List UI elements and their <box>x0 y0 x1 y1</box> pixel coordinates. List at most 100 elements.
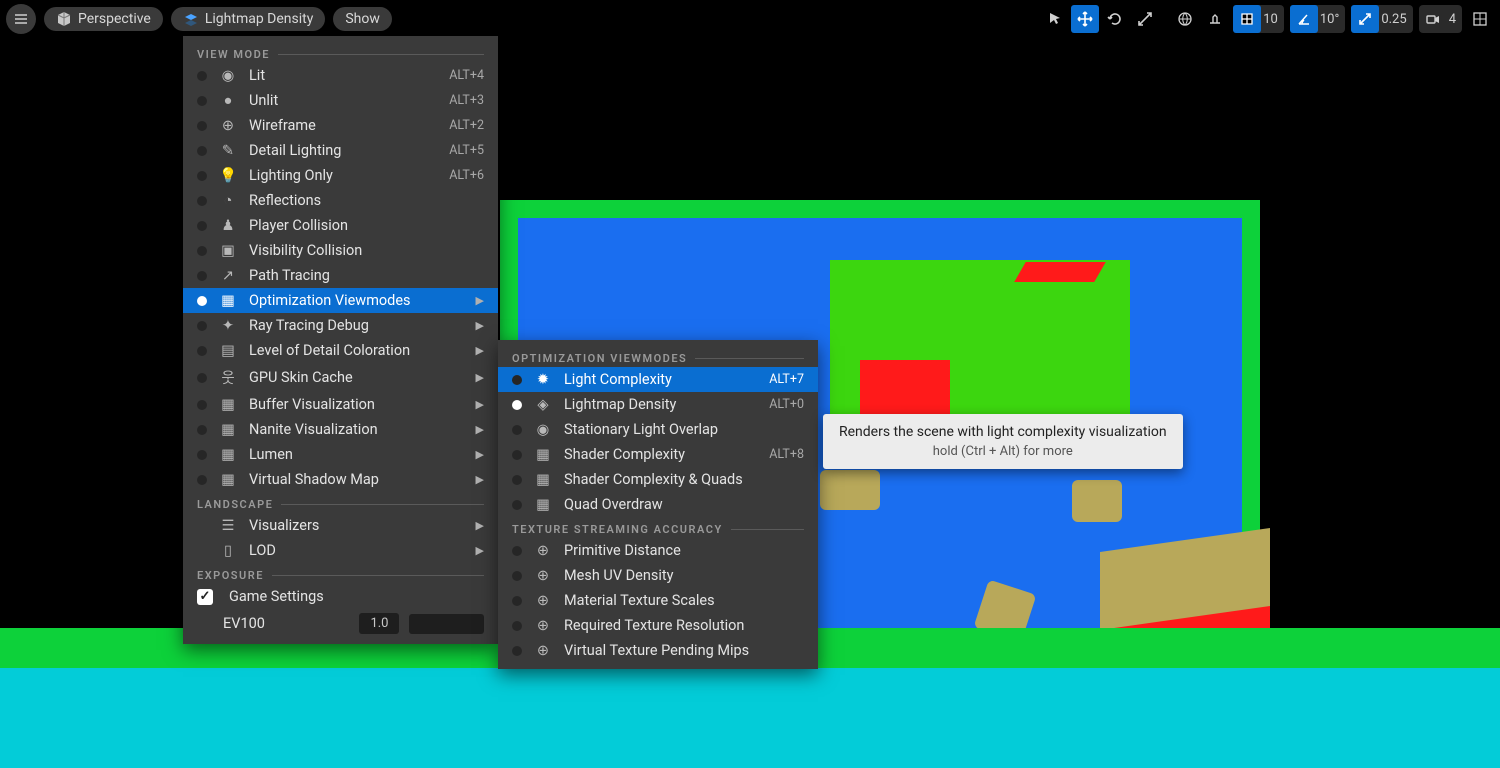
shader-quads-icon: ▦ <box>534 471 552 488</box>
target-icon: ⊕ <box>534 617 552 634</box>
grid-snap-button[interactable] <box>1233 5 1261 33</box>
ev100-row: EV100 <box>183 609 498 638</box>
buffer-icon: ▦ <box>219 396 237 413</box>
viewmode-label: Lightmap Density <box>205 11 314 27</box>
move-icon <box>1077 11 1093 27</box>
translate-tool-button[interactable] <box>1071 5 1099 33</box>
menu-item-visualizers[interactable]: ☰Visualizers▶ <box>183 513 498 538</box>
vsm-icon: ▦ <box>219 471 237 488</box>
target-icon: ⊕ <box>534 642 552 659</box>
ev100-label: EV100 <box>223 615 265 632</box>
section-exposure: EXPOSURE <box>183 563 498 584</box>
submenu-item-shader-complexity[interactable]: ▦Shader ComplexityALT+8 <box>498 442 818 467</box>
snap-icon <box>1207 11 1223 27</box>
scale-snap-button[interactable] <box>1351 5 1379 33</box>
viewmode-menu: VIEW MODE ◉LitALT+4 ●UnlitALT+3 ⊕Wirefra… <box>183 36 498 644</box>
scale-tool-button[interactable] <box>1131 5 1159 33</box>
perspective-label: Perspective <box>78 11 151 27</box>
menu-item-lod[interactable]: ▯LOD▶ <box>183 538 498 563</box>
angle-icon <box>1296 11 1312 27</box>
submenu-item-lightmap-density[interactable]: ◈Lightmap DensityALT+0 <box>498 392 818 417</box>
ray-icon: ✦ <box>219 317 237 334</box>
layers-icon <box>183 11 199 27</box>
spotlight-icon: ✹ <box>534 371 552 388</box>
rotate-tool-button[interactable] <box>1101 5 1129 33</box>
camera-speed-value[interactable]: 4 <box>1447 12 1462 27</box>
box-icon: ▣ <box>219 242 237 259</box>
ev100-slider[interactable] <box>409 614 484 634</box>
scale-snap-value[interactable]: 0.25 <box>1379 12 1412 27</box>
angle-snap-value[interactable]: 10° <box>1318 12 1345 27</box>
grid-icon: ▦ <box>219 292 237 309</box>
viewmode-button[interactable]: Lightmap Density <box>171 7 326 31</box>
menu-item-wireframe[interactable]: ⊕WireframeALT+2 <box>183 113 498 138</box>
submenu-item-required-texture-resolution[interactable]: ⊕Required Texture Resolution <box>498 613 818 638</box>
layout-icon <box>1472 11 1488 27</box>
chevron-right-icon: ▶ <box>476 398 484 411</box>
menu-item-optimization-viewmodes[interactable]: ▦Optimization Viewmodes▶ <box>183 288 498 313</box>
coord-space-button[interactable] <box>1171 5 1199 33</box>
menu-item-lumen[interactable]: ▦Lumen▶ <box>183 442 498 467</box>
menu-item-game-settings[interactable]: ✓Game Settings <box>183 584 498 609</box>
overlap-icon: ◉ <box>534 421 552 438</box>
menu-item-buffer-visualization[interactable]: ▦Buffer Visualization▶ <box>183 392 498 417</box>
perspective-button[interactable]: Perspective <box>44 7 163 31</box>
toolbar-right: 10 10° 0.25 4 <box>1041 5 1494 33</box>
menu-item-unlit[interactable]: ●UnlitALT+3 <box>183 88 498 113</box>
checkbox-checked-icon: ✓ <box>197 589 213 605</box>
menu-item-lighting-only[interactable]: 💡Lighting OnlyALT+6 <box>183 163 498 188</box>
lod-icon: ▤ <box>219 342 237 359</box>
select-tool-button[interactable] <box>1041 5 1069 33</box>
submenu-item-stationary-light-overlap[interactable]: ◉Stationary Light Overlap <box>498 417 818 442</box>
tooltip-title: Renders the scene with light complexity … <box>839 424 1167 440</box>
nanite-icon: ▦ <box>219 421 237 438</box>
menu-item-lod-coloration[interactable]: ▤Level of Detail Coloration▶ <box>183 338 498 363</box>
chevron-right-icon: ▶ <box>476 319 484 332</box>
menu-item-detail-lighting[interactable]: ✎Detail LightingALT+5 <box>183 138 498 163</box>
layers-icon: ◈ <box>534 396 552 413</box>
menu-item-lit[interactable]: ◉LitALT+4 <box>183 63 498 88</box>
submenu-item-virtual-texture-pending-mips[interactable]: ⊕Virtual Texture Pending Mips <box>498 638 818 663</box>
viewport-layout-button[interactable] <box>1466 5 1494 33</box>
submenu-item-light-complexity[interactable]: ✹Light ComplexityALT+7 <box>498 367 818 392</box>
pawn-icon: ♟ <box>219 217 237 234</box>
cube-icon <box>56 11 72 27</box>
menu-item-nanite-visualization[interactable]: ▦Nanite Visualization▶ <box>183 417 498 442</box>
menu-item-gpu-skin-cache[interactable]: 웃GPU Skin Cache▶ <box>183 363 498 392</box>
menu-item-player-collision[interactable]: ♟Player Collision <box>183 213 498 238</box>
angle-snap-button[interactable] <box>1290 5 1318 33</box>
scene-floor2 <box>0 668 1500 768</box>
rotate-icon <box>1107 11 1123 27</box>
submenu-item-shader-complexity-quads[interactable]: ▦Shader Complexity & Quads <box>498 467 818 492</box>
submenu-item-primitive-distance[interactable]: ⊕Primitive Distance <box>498 538 818 563</box>
surface-snap-button[interactable] <box>1201 5 1229 33</box>
camera-speed-button[interactable] <box>1419 5 1447 33</box>
submenu-item-quad-overdraw[interactable]: ▦Quad Overdraw <box>498 492 818 517</box>
clock-icon: ◔ <box>219 192 237 209</box>
chevron-right-icon: ▶ <box>476 423 484 436</box>
chevron-right-icon: ▶ <box>476 448 484 461</box>
ev100-input[interactable] <box>359 613 399 634</box>
chevron-right-icon: ▶ <box>476 473 484 486</box>
scale-icon <box>1137 11 1153 27</box>
menu-item-ray-tracing-debug[interactable]: ✦Ray Tracing Debug▶ <box>183 313 498 338</box>
visualizers-icon: ☰ <box>219 517 237 534</box>
section-tex-accuracy: TEXTURE STREAMING ACCURACY <box>498 517 818 538</box>
grid-snap-value[interactable]: 10 <box>1261 12 1284 27</box>
viewport-toolbar: Perspective Lightmap Density Show 10 10°… <box>0 4 1500 34</box>
menu-item-virtual-shadow-map[interactable]: ▦Virtual Shadow Map▶ <box>183 467 498 492</box>
menu-icon <box>13 11 29 27</box>
show-button[interactable]: Show <box>333 7 392 31</box>
menu-item-path-tracing[interactable]: ↗Path Tracing <box>183 263 498 288</box>
chevron-right-icon: ▶ <box>476 344 484 357</box>
menu-item-reflections[interactable]: ◔Reflections <box>183 188 498 213</box>
submenu-item-mesh-uv-density[interactable]: ⊕Mesh UV Density <box>498 563 818 588</box>
submenu-item-material-texture-scales[interactable]: ⊕Material Texture Scales <box>498 588 818 613</box>
hamburger-button[interactable] <box>6 4 36 34</box>
cursor-icon <box>1047 11 1063 27</box>
grid-icon: ▦ <box>534 496 552 513</box>
menu-item-visibility-collision[interactable]: ▣Visibility Collision <box>183 238 498 263</box>
scene-geometry <box>1072 480 1122 522</box>
target-icon: ⊕ <box>534 592 552 609</box>
target-icon: ⊕ <box>534 567 552 584</box>
